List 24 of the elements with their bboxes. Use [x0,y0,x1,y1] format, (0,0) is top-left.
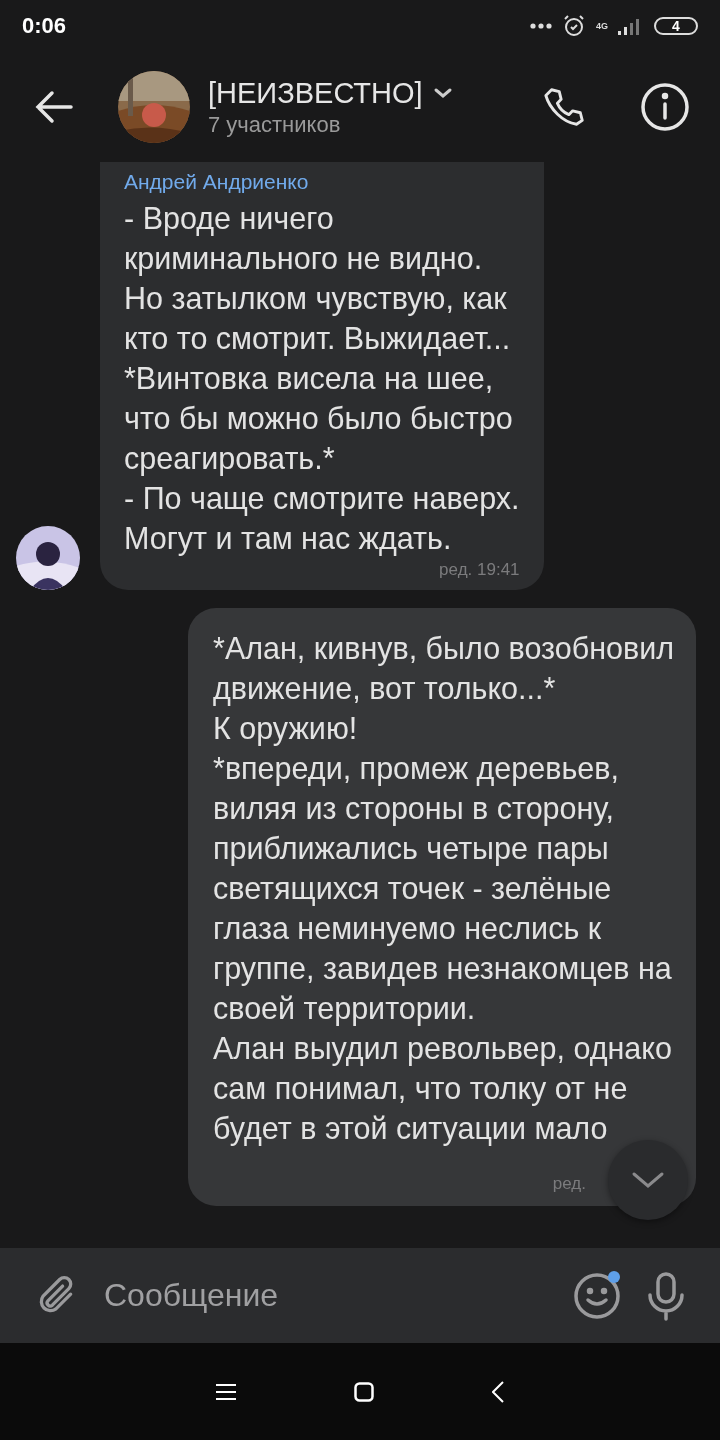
emoji-button[interactable] [572,1270,622,1321]
message-time: ред. 19:41 [439,560,520,580]
chat-title[interactable]: [НЕИЗВЕСТНО] [208,76,423,110]
message-text: - Вроде ничего криминального не видно. Но затылком чувствую, как кто то смотрит. Выжидает... *Винтовка висела на шее, что бы можно было быстро среагировать.* - По чаще смотрите наверх. Могут и там нас ждать. [124,200,520,558]
message-composer[interactable]: Сообщение [0,1248,720,1343]
back-button[interactable] [34,90,74,124]
message-time: ред. [552,1174,586,1194]
battery-indicator: 4 [654,17,698,35]
alarm-icon [562,14,586,38]
message-input[interactable]: Сообщение [102,1276,548,1315]
sender-name[interactable]: Андрей Андриенко [124,170,520,194]
network-type: 4G [596,21,608,31]
chevron-down-icon [631,1170,665,1190]
home-button[interactable] [354,1381,374,1402]
more-icon [530,23,552,29]
microphone-button[interactable] [646,1270,686,1321]
member-count: 7 участников [208,111,342,138]
back-nav-button[interactable] [492,1380,504,1403]
status-time: 0:06 [22,13,68,39]
info-button[interactable] [640,82,690,132]
smiley-icon [572,1270,622,1321]
menu-button[interactable] [216,1382,236,1401]
chevron-down-icon[interactable] [432,87,453,99]
message-text: *Алан, кивнув, было возобновил движение, вот только...* К оружию! *впереди, промеж деревьев, виляя из стороны в сторону, приближались четыре пары светящихся точек - зелёные глаза неминуемо неслись к группе, завидев незнакомцев на своей территории. Алан выудил револьвер, однако сам понимал, что толку от не будет в этой ситуации мало [213,630,674,1148]
